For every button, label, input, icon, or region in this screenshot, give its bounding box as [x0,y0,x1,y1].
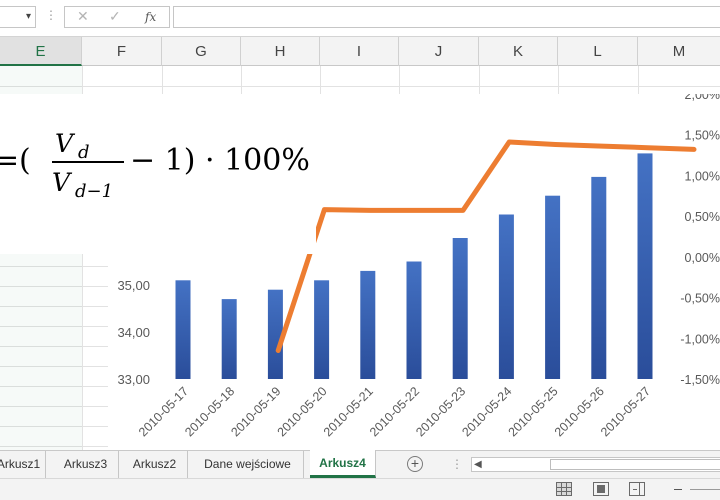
page-break-icon[interactable] [629,482,645,496]
column-header-h[interactable]: H [241,37,320,66]
horizontal-scrollbar[interactable]: ◀ [471,457,720,472]
chevron-down-icon[interactable]: ▾ [26,11,31,22]
formula-numerator-sub: d [78,142,90,163]
plus-circle-icon[interactable]: + [407,456,423,472]
bar [637,153,653,379]
name-box[interactable]: ▾ [0,6,36,28]
column-header-l[interactable]: L [558,37,638,66]
column-header-g[interactable]: G [162,37,241,66]
column-header-f[interactable]: F [82,37,162,66]
column-header-e[interactable]: E [0,37,82,66]
formula-open-paren: ( [19,143,31,178]
right-axis-tick-label: -1,50% [680,373,720,387]
excel-window: ▾ ⋮ ✕ ✓ fx E F G H I J K L M 33,00 34,00… [0,0,720,500]
formula-buttons: ✕ ✓ fx [64,6,170,28]
formula-denominator: V [52,168,73,197]
formula-image[interactable]: = ( V d V d−1 − 1) · 100% [0,94,316,254]
sheet-tab-bar: Arkusz1 Arkusz3 Arkusz2 Dane wejściowe A… [0,450,720,478]
left-axis-tick-label: 33,00 [117,372,150,387]
insert-function-icon[interactable]: fx [145,10,156,24]
formula-denominator-sub: d−1 [75,181,113,202]
cancel-icon[interactable]: ✕ [77,8,89,25]
bar [221,299,237,379]
right-axis-tick-label: 2,00% [685,94,720,102]
line-series [275,139,697,353]
scrollbar-thumb[interactable] [550,459,720,470]
formula-input[interactable] [173,6,720,28]
x-axis-tick-label: 2010-05-27 [598,384,653,439]
cell-grid[interactable]: 33,0034,0035,0036,00 2,00%1,50%1,00%0,50… [0,66,720,450]
column-headers: E F G H I J K L M [0,36,720,66]
sheet-tab-arkusz3[interactable]: Arkusz3 [53,451,119,478]
formula-numerator: V [55,129,76,158]
formula-rest: − 1) · 100% [130,143,310,178]
more-dots-icon: ⋮ [451,457,463,471]
formula-fraction-bar [52,161,124,163]
column-header-j[interactable]: J [399,37,479,66]
bar [360,270,376,379]
sheet-tab-arkusz4[interactable]: Arkusz4 [310,450,376,478]
bar [267,289,283,379]
scroll-left-icon[interactable]: ◀ [474,458,482,471]
bar [406,261,422,379]
right-axis-tick-label: 0,50% [685,210,720,224]
bar [591,176,607,379]
bar [314,280,330,379]
status-bar [0,478,720,500]
bar [498,214,514,379]
column-header-m[interactable]: M [638,37,720,66]
column-header-i[interactable]: I [320,37,399,66]
right-axis-tick-label: -1,00% [680,332,720,346]
sheet-tab-arkusz2[interactable]: Arkusz2 [122,451,188,478]
right-axis-tick-label: 1,00% [685,169,720,183]
formula-equals: = [0,143,19,178]
page-layout-icon[interactable] [593,482,609,496]
sheet-tab-dane-wejsciowe[interactable]: Dane wejściowe [192,451,304,478]
zoom-slider[interactable] [690,489,720,490]
bar [545,195,561,379]
zoom-out-icon[interactable] [674,489,682,490]
normal-view-icon[interactable] [556,482,572,496]
right-axis-tick-label: -0,50% [680,292,720,306]
left-axis-tick-label: 34,00 [117,325,150,340]
grid-hline [0,86,720,87]
right-axis-tick-label: 1,50% [685,129,720,143]
formula-bar: ▾ ⋮ ✕ ✓ fx [0,0,720,36]
left-axis-tick-label: 35,00 [117,278,150,293]
right-axis-tick-label: 0,00% [685,251,720,265]
bar [175,280,191,379]
enter-check-icon[interactable]: ✓ [109,8,121,25]
sheet-tab-arkusz1[interactable]: Arkusz1 [0,451,46,478]
bar [452,238,468,379]
more-dots-icon: ⋮ [45,8,57,22]
column-header-k[interactable]: K [479,37,558,66]
